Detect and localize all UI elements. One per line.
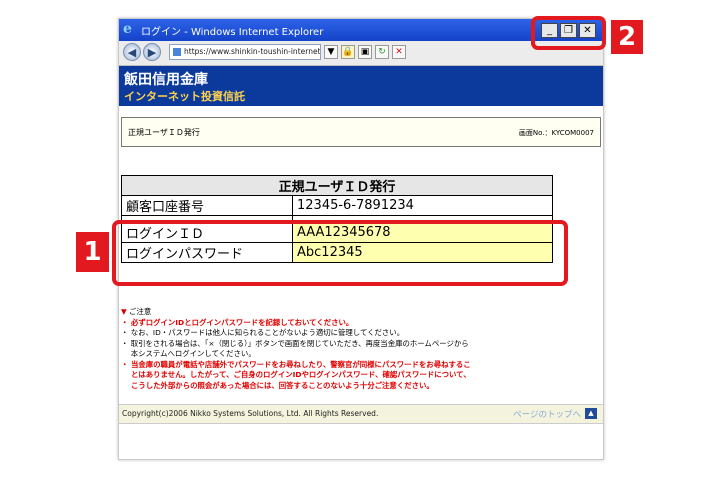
stop-icon[interactable]: ✕ bbox=[392, 45, 406, 59]
callout-box-login-credentials bbox=[112, 220, 568, 286]
note-line: ・ 当金庫の職員が電話や店舗外でパスワードをお尋ねしたり、警察官が同様にパスワー… bbox=[121, 359, 471, 369]
compat-icon[interactable]: ▣ bbox=[358, 45, 372, 59]
address-dropdown-icon[interactable]: ▼ bbox=[324, 45, 338, 59]
window-title: ログイン - Windows Internet Explorer bbox=[141, 27, 324, 38]
note-line: とはありません。したがって、ご自身のログインIDやログインパスワード、確認パスワ… bbox=[121, 370, 471, 379]
callout-box-window-controls bbox=[531, 16, 606, 50]
notes-heading-text: ご注意 bbox=[129, 307, 152, 316]
refresh-icon[interactable]: ↻ bbox=[375, 45, 389, 59]
ie-logo-icon: e bbox=[123, 21, 132, 37]
page-icon bbox=[173, 48, 181, 56]
notes-heading: ▼ ご注意 bbox=[121, 307, 601, 318]
address-text: https://www.shinkin-toushin-internet.jp bbox=[184, 47, 321, 56]
notes-section: ▼ ご注意 ・ 必ずログインIDとログインパスワードを記録しておいてください。 … bbox=[121, 307, 601, 391]
screen-title: 正規ユーザＩＤ発行 bbox=[128, 128, 200, 137]
back-button[interactable]: ◀ bbox=[123, 43, 141, 61]
address-bar[interactable]: https://www.shinkin-toushin-internet.jp bbox=[169, 44, 321, 60]
note-line: ・ 取引をされる場合は、「×（閉じる）」ボタンで画面を閉じていただき、再度当金庫… bbox=[121, 338, 469, 348]
bank-banner: 飯田信用金庫 インターネット投資信託 bbox=[119, 66, 603, 106]
note-line: ・ 必ずログインIDとログインパスワードを記録しておいてください。 bbox=[121, 317, 354, 327]
page-top-link[interactable]: ページのトップへ bbox=[513, 408, 581, 420]
lock-icon[interactable]: 🔒 bbox=[341, 45, 355, 59]
note-line: 本システムへログインしてください。 bbox=[121, 349, 256, 358]
table-header: 正規ユーザＩＤ発行 bbox=[121, 175, 553, 196]
note-line: こうした外部からの照会があった場合には、回答することのないよう十分ご注意ください… bbox=[121, 380, 434, 390]
table-row: 顧客口座番号 12345-6-7891234 bbox=[121, 195, 553, 216]
screen-title-box: 正規ユーザＩＤ発行 画面No.：KYCOM0007 bbox=[121, 117, 601, 147]
account-number-value: 12345-6-7891234 bbox=[292, 195, 553, 216]
arrow-up-icon[interactable]: ▲ bbox=[585, 408, 597, 419]
callout-number-2: 2 bbox=[611, 20, 643, 54]
warning-triangle-icon: ▼ bbox=[121, 307, 127, 316]
screen-id: 画面No.：KYCOM0007 bbox=[518, 129, 594, 137]
bank-name: 飯田信用金庫 bbox=[124, 72, 208, 88]
copyright-text: Copyright(c)2006 Nikko Systems Solutions… bbox=[122, 409, 379, 418]
callout-number-1: 1 bbox=[76, 232, 109, 272]
service-name: インターネット投資信託 bbox=[124, 90, 245, 103]
account-number-label: 顧客口座番号 bbox=[121, 195, 293, 216]
page-footer: Copyright(c)2006 Nikko Systems Solutions… bbox=[119, 404, 603, 424]
note-line: ・ なお、ID・パスワードは他人に知られることがないよう適切に管理してください。 bbox=[121, 328, 405, 337]
forward-button[interactable]: ▶ bbox=[143, 43, 161, 61]
